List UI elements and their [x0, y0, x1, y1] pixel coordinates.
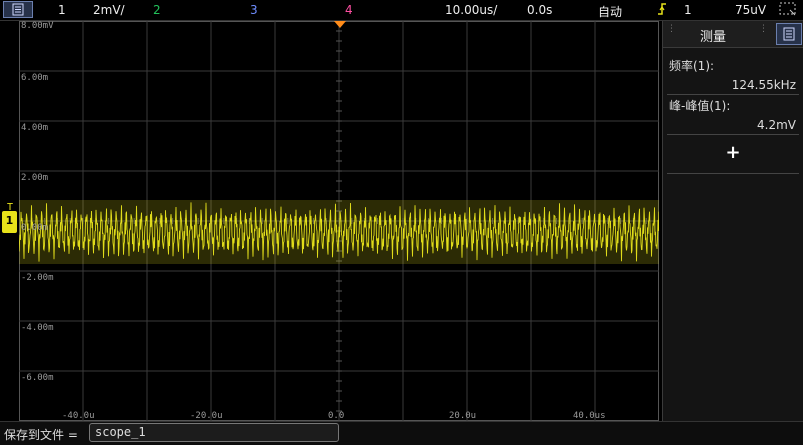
measurement-panel: ⋮ 测量 ⋮ 频率(1): 124.55kHz 峰-峰值(1): 4.2mV + — [662, 21, 803, 421]
y-axis-label: 2.00m — [21, 173, 48, 183]
filename-field[interactable]: scope_1 — [89, 423, 339, 442]
x-axis-label: -40.0u — [62, 411, 95, 421]
divider — [667, 134, 799, 135]
top-status-bar: 1 2mV/ 2 3 4 10.00us/ 0.0s 自动 1 75uV — [0, 0, 803, 21]
channel-3-label[interactable]: 3 — [250, 3, 258, 17]
frequency-label: 频率(1): — [669, 59, 715, 73]
peak-to-peak-value: 4.2mV — [757, 118, 796, 132]
main-menu-button[interactable] — [3, 1, 33, 18]
drag-grip-icon[interactable]: ⋮ — [759, 25, 768, 39]
fullscreen-icon[interactable] — [779, 2, 797, 20]
menu-icon — [783, 27, 795, 41]
x-axis-label: -20.0u — [190, 411, 223, 421]
measurement-panel-title[interactable]: 测量 — [663, 26, 763, 45]
trigger-source[interactable]: 1 — [684, 3, 692, 17]
peak-to-peak-label: 峰-峰值(1): — [669, 99, 731, 113]
channel-1-marker-label: 1 — [5, 214, 14, 227]
divider — [667, 173, 799, 174]
y-axis-label: 4.00m — [21, 123, 48, 133]
channel-1-scale[interactable]: 2mV/ — [93, 3, 125, 17]
channel-2-label[interactable]: 2 — [153, 3, 161, 17]
save-to-file-label: 保存到文件 = — [4, 428, 78, 442]
menu-icon — [12, 3, 24, 16]
channel-1-ground-marker[interactable]: 1 — [2, 211, 17, 233]
x-axis-label: 0.0 — [328, 411, 344, 421]
x-axis-label: 40.0us — [573, 411, 606, 421]
y-axis-label: 8.00mV — [21, 21, 54, 31]
channel-1-label[interactable]: 1 — [58, 3, 66, 17]
frequency-value: 124.55kHz — [731, 78, 796, 92]
trigger-mode[interactable]: 自动 — [598, 3, 622, 20]
waveform-display[interactable]: 8.00mV 6.00m 4.00m 2.00m 0.00m -2.00m -4.00m -6… — [19, 21, 659, 421]
trigger-edge-icon[interactable] — [656, 1, 668, 20]
divider — [667, 94, 799, 95]
delay-value[interactable]: 0.0s — [527, 3, 552, 17]
bottom-softkey-bar: 保存到文件 = scope_1 — [0, 421, 803, 445]
y-axis-label: 6.00m — [21, 73, 48, 83]
trigger-level[interactable]: 75uV — [735, 3, 766, 17]
y-axis-label: -2.00m — [21, 273, 54, 283]
channel-4-label[interactable]: 4 — [345, 3, 353, 17]
y-axis-label: 0.00m — [21, 223, 48, 233]
y-axis-label: -6.00m — [21, 373, 54, 383]
y-axis-label: -4.00m — [21, 323, 54, 333]
waveform-grid: 8.00mV 6.00m 4.00m 2.00m 0.00m -2.00m -4.00m -6… — [19, 21, 659, 421]
add-measurement-button[interactable]: + — [719, 141, 747, 165]
measurement-panel-header: ⋮ 测量 ⋮ — [663, 21, 803, 48]
timebase-value[interactable]: 10.00us/ — [445, 3, 497, 17]
trigger-position-marker — [334, 21, 346, 28]
x-axis-label: 20.0u — [449, 411, 476, 421]
panel-menu-button[interactable] — [776, 23, 802, 45]
